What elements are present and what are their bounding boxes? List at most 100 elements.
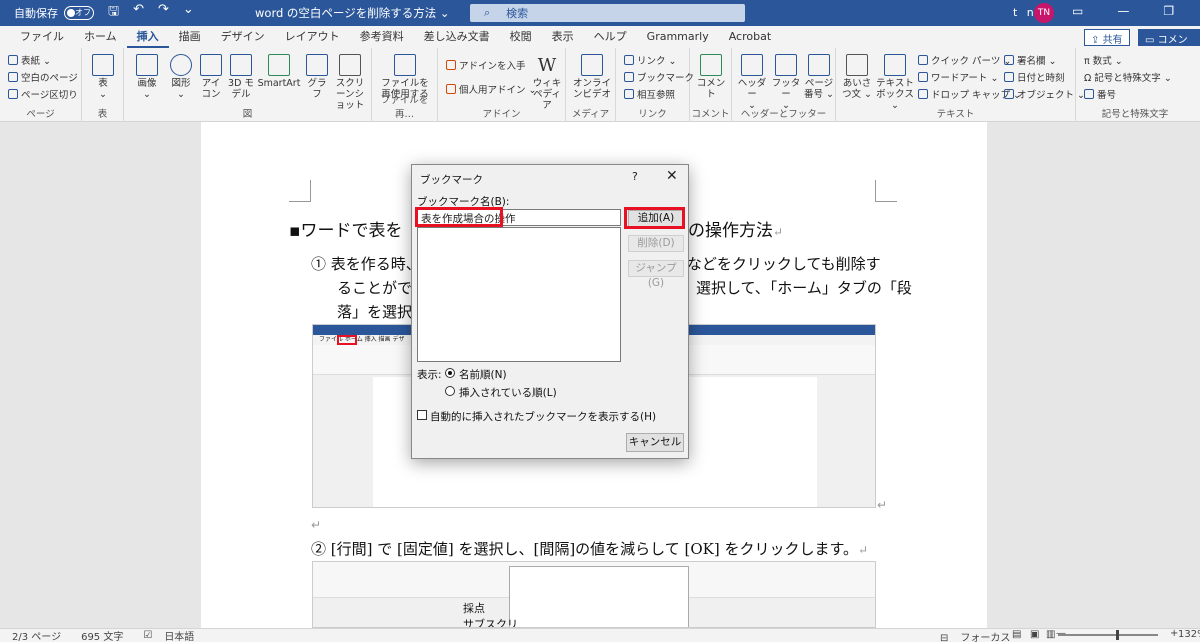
customize-qat-icon[interactable]: ⌄ bbox=[183, 2, 194, 24]
step2-line: ② [行間] で [固定値] を選択し、[間隔]の値を減らして [OK] をクリ… bbox=[311, 540, 869, 558]
footer-button[interactable]: フッター ⌄ bbox=[770, 54, 802, 111]
tab-11[interactable]: Grammarly bbox=[637, 26, 719, 48]
web-layout-icon[interactable]: ▥ bbox=[1046, 629, 1055, 640]
equation-button[interactable]: π 数式 ⌄ bbox=[1084, 53, 1123, 67]
help-icon[interactable]: ? bbox=[632, 170, 638, 183]
undo-icon[interactable]: ↶ bbox=[133, 2, 144, 24]
number-button[interactable]: 番号 bbox=[1084, 87, 1116, 101]
omega-icon: Ω bbox=[1084, 73, 1095, 84]
cover-page-button[interactable]: 表紙 ⌄ bbox=[8, 53, 51, 67]
icons-button[interactable]: アイコン bbox=[198, 54, 224, 100]
pictures-button[interactable]: 画像 ⌄ bbox=[132, 54, 162, 100]
textbox-button[interactable]: テキストボックス ⌄ bbox=[876, 54, 914, 111]
group-label-symbols: 記号と特殊文字 bbox=[1101, 109, 1169, 120]
hidden-bookmarks-checkbox[interactable] bbox=[417, 410, 427, 420]
search-box[interactable]: ⌕ 検索 bbox=[470, 4, 745, 22]
hidden-bookmarks-label: 自動的に挿入されたブックマークを表示する(H) bbox=[430, 411, 657, 423]
close-icon[interactable]: ✕ bbox=[666, 168, 678, 184]
header-button[interactable]: ヘッダー ⌄ bbox=[736, 54, 768, 111]
bookmark-list[interactable] bbox=[417, 227, 621, 362]
print-layout-icon[interactable]: ▣ bbox=[1030, 629, 1039, 640]
delete-button[interactable]: 削除(D) bbox=[628, 235, 684, 252]
jump-button[interactable]: ジャンプ(G) bbox=[628, 260, 684, 289]
group-symbols: π 数式 ⌄ Ω 記号と特殊文字 ⌄ 番号 記号と特殊文字 bbox=[1076, 48, 1194, 122]
bookmark-button[interactable]: ブックマーク bbox=[624, 70, 694, 84]
new-comment-button[interactable]: コメント bbox=[694, 54, 728, 100]
group-addins: アドインを入手 個人用アドイン ⌄ W ウィキペディア アドイン bbox=[438, 48, 566, 122]
group-text: あいさつ文 ⌄ テキストボックス ⌄ クイック パーツ ⌄ ワードアート ⌄ ド… bbox=[836, 48, 1085, 122]
screenshot-icon bbox=[339, 54, 361, 76]
drop-cap-icon bbox=[918, 89, 928, 99]
chart-button[interactable]: グラフ bbox=[304, 54, 330, 100]
link-icon bbox=[624, 55, 634, 65]
tab-5[interactable]: レイアウト bbox=[275, 26, 350, 48]
greeting-button[interactable]: あいさつ文 ⌄ bbox=[840, 54, 874, 100]
my-addins-button[interactable]: 個人用アドイン ⌄ bbox=[446, 82, 537, 96]
zoom-level[interactable]: 132% bbox=[1178, 629, 1200, 640]
tab-1[interactable]: ホーム bbox=[74, 26, 127, 48]
smartart-button[interactable]: SmartArt bbox=[256, 54, 302, 89]
page-number-button[interactable]: ページ番号 ⌄ bbox=[804, 54, 834, 100]
document-title[interactable]: word の空白ページを削除する方法 ⌄ bbox=[255, 5, 450, 21]
restore-icon[interactable]: ❐ bbox=[1163, 4, 1174, 18]
object-button[interactable]: オブジェクト ⌄ bbox=[1004, 87, 1085, 101]
blank-page-icon bbox=[8, 72, 18, 82]
wikipedia-button[interactable]: W ウィキペディア bbox=[532, 54, 562, 111]
autosave-toggle[interactable]: オフ bbox=[64, 6, 94, 20]
tab-4[interactable]: デザイン bbox=[211, 26, 275, 48]
wordart-icon bbox=[918, 72, 928, 82]
screenshot-button[interactable]: スクリーンショット bbox=[332, 54, 368, 111]
get-addins-button[interactable]: アドインを入手 bbox=[446, 58, 526, 72]
ribbon-display-icon[interactable]: ▭ bbox=[1072, 4, 1083, 18]
video-icon bbox=[581, 54, 603, 76]
symbol-button[interactable]: Ω 記号と特殊文字 ⌄ bbox=[1084, 70, 1172, 84]
word-count[interactable]: 695 文字 bbox=[81, 628, 123, 642]
minimize-icon[interactable]: — bbox=[1117, 4, 1129, 18]
page-count[interactable]: 2/3 ページ bbox=[12, 628, 61, 642]
shapes-button[interactable]: 図形 ⌄ bbox=[166, 54, 196, 100]
wordart-button[interactable]: ワードアート ⌄ bbox=[918, 70, 998, 84]
redo-icon[interactable]: ↷ bbox=[158, 2, 169, 24]
group-media: オンラインビデオ メディア bbox=[566, 48, 616, 122]
calendar-icon bbox=[1004, 72, 1014, 82]
avatar[interactable]: TN bbox=[1034, 3, 1054, 23]
sort-by-name-radio[interactable] bbox=[445, 368, 455, 378]
sort-by-location-radio[interactable] bbox=[445, 386, 455, 396]
tab-8[interactable]: 校閲 bbox=[500, 26, 542, 48]
quick-parts-button[interactable]: クイック パーツ ⌄ bbox=[918, 53, 1011, 67]
table-button[interactable]: 表 ⌄ bbox=[90, 54, 116, 100]
tab-6[interactable]: 参考資料 bbox=[350, 26, 414, 48]
online-video-button[interactable]: オンラインビデオ bbox=[572, 54, 612, 100]
group-label-illustrations: 図 bbox=[242, 109, 253, 120]
cross-reference-button[interactable]: 相互参照 bbox=[624, 87, 675, 101]
autosave[interactable]: 自動保存 オフ bbox=[14, 5, 94, 21]
tab-12[interactable]: Acrobat bbox=[719, 26, 781, 48]
blank-page-button[interactable]: 空白のページ bbox=[8, 70, 78, 84]
tab-10[interactable]: ヘルプ bbox=[584, 26, 637, 48]
group-label-media: メディア bbox=[571, 109, 610, 120]
link-button[interactable]: リンク ⌄ bbox=[624, 53, 677, 67]
group-header-footer: ヘッダー ⌄ フッター ⌄ ページ番号 ⌄ ヘッダーとフッター bbox=[732, 48, 836, 122]
zoom-slider[interactable] bbox=[1058, 630, 1158, 640]
textbox-icon bbox=[884, 54, 906, 76]
date-time-button[interactable]: 日付と時刻 bbox=[1004, 70, 1065, 84]
tab-9[interactable]: 表示 bbox=[542, 26, 584, 48]
tab-0[interactable]: ファイル bbox=[10, 26, 74, 48]
tab-7[interactable]: 差し込み文書 bbox=[414, 26, 500, 48]
header-icon bbox=[741, 54, 763, 76]
share-button[interactable]: ⇪ 共有 bbox=[1084, 29, 1130, 46]
signature-line-button[interactable]: 署名欄 ⌄ bbox=[1004, 53, 1057, 67]
comments-button[interactable]: ▭ コメント bbox=[1138, 29, 1200, 61]
cancel-button[interactable]: キャンセル bbox=[626, 433, 684, 452]
proofing-icon[interactable]: ☑ bbox=[143, 630, 152, 641]
focus-mode[interactable]: ⊟ フォーカス bbox=[928, 629, 1010, 642]
3d-models-button[interactable]: 3D モデル bbox=[226, 54, 256, 100]
group-label-table: 表 bbox=[97, 109, 108, 120]
language-status[interactable]: 日本語 bbox=[164, 628, 194, 642]
page-break-button[interactable]: ページ区切り bbox=[8, 87, 78, 101]
save-icon[interactable]: 🖫 bbox=[108, 2, 119, 24]
read-mode-icon[interactable]: ▤ bbox=[1012, 629, 1021, 640]
tab-3[interactable]: 描画 bbox=[169, 26, 211, 48]
tab-2[interactable]: 挿入 bbox=[126, 26, 169, 48]
group-label-pages: ページ bbox=[26, 109, 55, 120]
